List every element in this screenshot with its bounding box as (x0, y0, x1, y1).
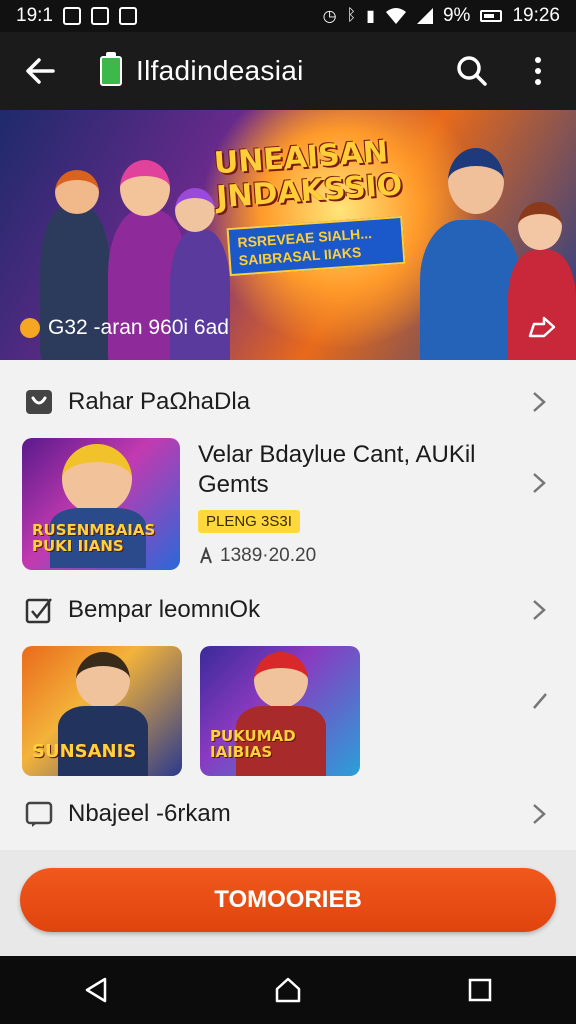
section-3-label: Nbajeel -6rkam (68, 800, 231, 827)
alarm-icon: ◷ (322, 8, 337, 25)
download-count-icon (200, 547, 212, 564)
share-icon (528, 316, 556, 338)
card-1-art-text: SUNSANIS (32, 741, 137, 762)
game-title: Velar Bdaylue Cant, AUKil Gemts (198, 441, 476, 498)
app-bar: Ilfadindeasiai (0, 32, 576, 110)
more-options-button[interactable] (518, 51, 558, 91)
chevron-right-icon (528, 599, 550, 621)
thumb-hero-head (62, 444, 132, 514)
checkbox-edit-icon (25, 598, 52, 624)
app-title: Ilfadindeasiai (136, 55, 304, 86)
arrow-left-icon (26, 58, 55, 84)
banner-hero-4 (420, 220, 520, 360)
share-button[interactable] (528, 314, 556, 343)
card-2-hero-head (254, 652, 308, 708)
system-nav-bar (0, 956, 576, 1024)
nav-home-button[interactable] (258, 960, 318, 1020)
game-info: Velar Bdaylue Cant, AUKil Gemts PLENG 3S… (198, 438, 508, 570)
back-button[interactable] (18, 49, 62, 93)
home-icon (275, 977, 301, 1003)
search-icon (457, 56, 487, 86)
banner-hero-3 (170, 230, 230, 360)
nav-back-button[interactable] (66, 960, 126, 1020)
banner-hero-3-head (175, 188, 215, 232)
store-icon (26, 390, 52, 414)
thumb-art-text: RUSENMBAIAS PUKI IIANS (32, 521, 156, 555)
section-header-1[interactable]: Rahar PaΩhaDla (0, 380, 576, 424)
more-vertical-icon (535, 57, 541, 85)
status-bar: 19:1 ◷ ᛒ ▮ 9% 19:26 (0, 0, 576, 32)
status-left: 19:1 (16, 5, 137, 27)
chevron-right-icon (528, 803, 550, 825)
triangle-back-icon (85, 977, 107, 1003)
signal-icon (416, 8, 433, 24)
game-badge: PLENG 3S3I (198, 510, 300, 533)
banner-hero-4-head (448, 148, 504, 214)
nav-recents-button[interactable] (450, 960, 510, 1020)
card-2-art-text: PUKUMAD IAIBIAS (210, 727, 296, 761)
download-icon (90, 7, 109, 25)
section-header-2[interactable]: Bempar leomnιOk (0, 588, 576, 632)
banner-hero-5 (508, 250, 576, 360)
banner-hero-5-head (518, 202, 562, 250)
battery-icon (480, 10, 503, 22)
wifi-icon (385, 8, 406, 24)
app-logo-icon (100, 52, 122, 86)
status-time-left: 19:1 (16, 5, 53, 26)
game-thumbnail[interactable]: RUSENMBAIAS PUKI IIANS (22, 438, 180, 570)
banner-hero-1-head (55, 170, 99, 214)
notification-icon (62, 7, 81, 25)
game-thumbnail-row: SUNSANIS PUKUMAD IAIBIAS (22, 646, 360, 776)
primary-action-button[interactable]: TOMOORIEB (20, 868, 556, 932)
vibrate-icon: ▮ (366, 8, 375, 25)
section-2-label: Bempar leomnιOk (68, 596, 261, 623)
game-card-1[interactable]: SUNSANIS (22, 646, 182, 776)
chevron-right-icon (532, 690, 548, 715)
battery-percent: 9% (442, 5, 471, 26)
game-list-item[interactable]: RUSENMBAIAS PUKI IIANS Velar Bdaylue Can… (22, 438, 554, 570)
chevron-right-icon (528, 472, 550, 494)
banner-caption: G32 -aran 960i 6ad (20, 316, 229, 340)
game-meta-text: 1389·20.20 (220, 545, 317, 566)
app-notification-icon (118, 7, 137, 25)
section-1-label: Rahar PaΩhaDla (68, 388, 251, 415)
banner-caption-text: G32 -aran 960i 6ad (48, 316, 229, 339)
bluetooth-icon: ᛒ (346, 7, 357, 24)
chat-icon (25, 801, 53, 827)
game-meta: 1389·20.20 (198, 545, 508, 567)
search-button[interactable] (452, 51, 492, 91)
coin-icon (20, 318, 40, 338)
game-card-2[interactable]: PUKUMAD IAIBIAS (200, 646, 360, 776)
section-header-3[interactable]: Nbajeel -6rkam (0, 792, 576, 836)
square-recents-icon (468, 978, 492, 1002)
chevron-right-icon (528, 391, 550, 413)
app-actions (452, 51, 558, 91)
card-1-hero-head (76, 652, 130, 708)
banner-hero-2-head (120, 160, 170, 216)
status-time-right: 19:26 (512, 5, 560, 26)
status-right: ◷ ᛒ ▮ 9% 19:26 (323, 5, 560, 27)
featured-banner[interactable]: UNEAISAN JNDAKSSIO RSREVEAE SIALH... SAI… (0, 110, 576, 360)
